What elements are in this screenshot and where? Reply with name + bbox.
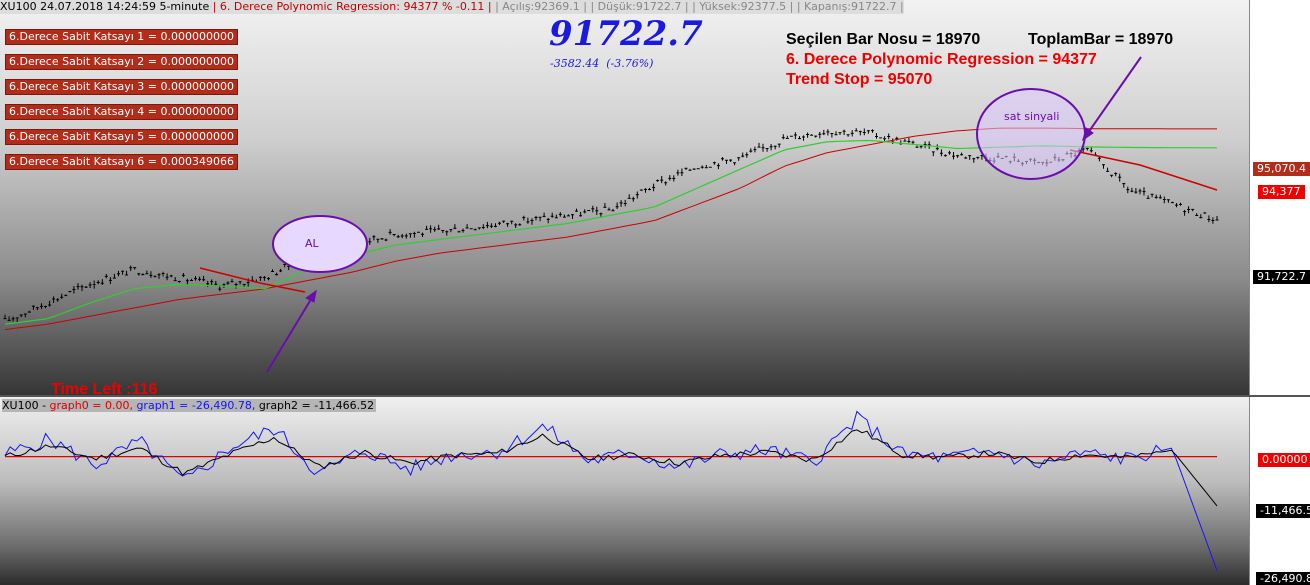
time-left-label: Time Left :116 [51, 381, 158, 395]
oscillator-axis[interactable]: 0.00000 -11,466.5 -26,490.8 [1249, 397, 1310, 585]
legend-graph2: graph2 = -11,466.52 [258, 399, 375, 412]
coefficient-1: 6.Derece Sabit Katsayı 1 = 0.000000000 [5, 29, 238, 45]
coefficient-2: 6.Derece Sabit Katsayı 2 = 0.000000000 [5, 54, 238, 70]
coefficient-6: 6.Derece Sabit Katsayı 6 = 0.000349066 [5, 154, 238, 170]
graph1-line [4, 410, 1218, 571]
high-value: | Yüksek:92377.5 | [692, 0, 794, 13]
regression-down-segment-2 [1069, 149, 1218, 191]
coefficient-5: 6.Derece Sabit Katsayı 5 = 0.000000000 [5, 129, 238, 145]
oscillator-pane[interactable]: XU100 - graph0 = 0.00, graph1 = -26,490.… [0, 397, 1249, 585]
last-price-label: 91,722.7 [1253, 270, 1310, 284]
buy-signal-bubble [272, 215, 368, 273]
graph2-line [4, 429, 1218, 507]
price-pane[interactable]: XU100 24.07.2018 14:24:59 5-minute | 6. … [0, 0, 1249, 395]
coefficient-3: 6.Derece Sabit Katsayı 3 = 0.000000000 [5, 79, 238, 95]
legend-graph0: graph0 = 0.00, [49, 399, 133, 412]
close-value: | Kapanış:91722.7 | [796, 0, 904, 13]
buy-arrow [266, 290, 317, 373]
symbol-info: XU100 24.07.2018 14:24:59 5-minute [0, 0, 210, 13]
sell-arrow [1082, 56, 1142, 141]
trading-chart-window: XU100 24.07.2018 14:24:59 5-minute | 6. … [0, 0, 1310, 585]
sell-signal-label: sat sinyali [1004, 110, 1060, 123]
price-axis[interactable]: 95,070.4 94,377 91,722.7 [1249, 0, 1310, 395]
coefficient-4: 6.Derece Sabit Katsayı 4 = 0.000000000 [5, 104, 238, 120]
total-bar-info: ToplamBar = 18970 [1028, 31, 1174, 48]
chart-header: XU100 24.07.2018 14:24:59 5-minute | 6. … [0, 0, 904, 14]
buy-signal-label: AL [305, 237, 319, 250]
last-price: 91722.7 [549, 14, 703, 54]
sell-signal-bubble [976, 88, 1086, 180]
legend-symbol: XU100 - [2, 399, 50, 412]
oscillator-plot[interactable] [0, 397, 1249, 585]
graph1-value-label: -26,490.8 [1256, 572, 1310, 585]
graph2-value-label: -11,466.5 [1256, 504, 1310, 518]
open-value: | Açılış:92369.1 | [495, 0, 587, 13]
trend-stop-info: Trend Stop = 95070 [786, 71, 933, 88]
low-value: | Düşük:91722.7 | [590, 0, 689, 13]
regression-value-info: 6. Derece Polynomic Regression = 94377 [786, 51, 1097, 68]
regression-price-label: 94,377 [1258, 185, 1305, 199]
price-change: -3582.44 (-3.76%) [550, 57, 654, 70]
oscillator-legend: XU100 - graph0 = 0.00, graph1 = -26,490.… [2, 399, 377, 412]
legend-graph1: graph1 = -26,490.78, [136, 399, 256, 412]
regression-info: | 6. Derece Polynomic Regression: 94377 … [212, 0, 492, 13]
selected-bar-info: Seçilen Bar Nosu = 18970 [786, 31, 981, 48]
trend-stop-price-label: 95,070.4 [1253, 162, 1310, 176]
buy-arrowhead [305, 289, 317, 303]
zero-line-label: 0.00000 [1258, 453, 1310, 467]
